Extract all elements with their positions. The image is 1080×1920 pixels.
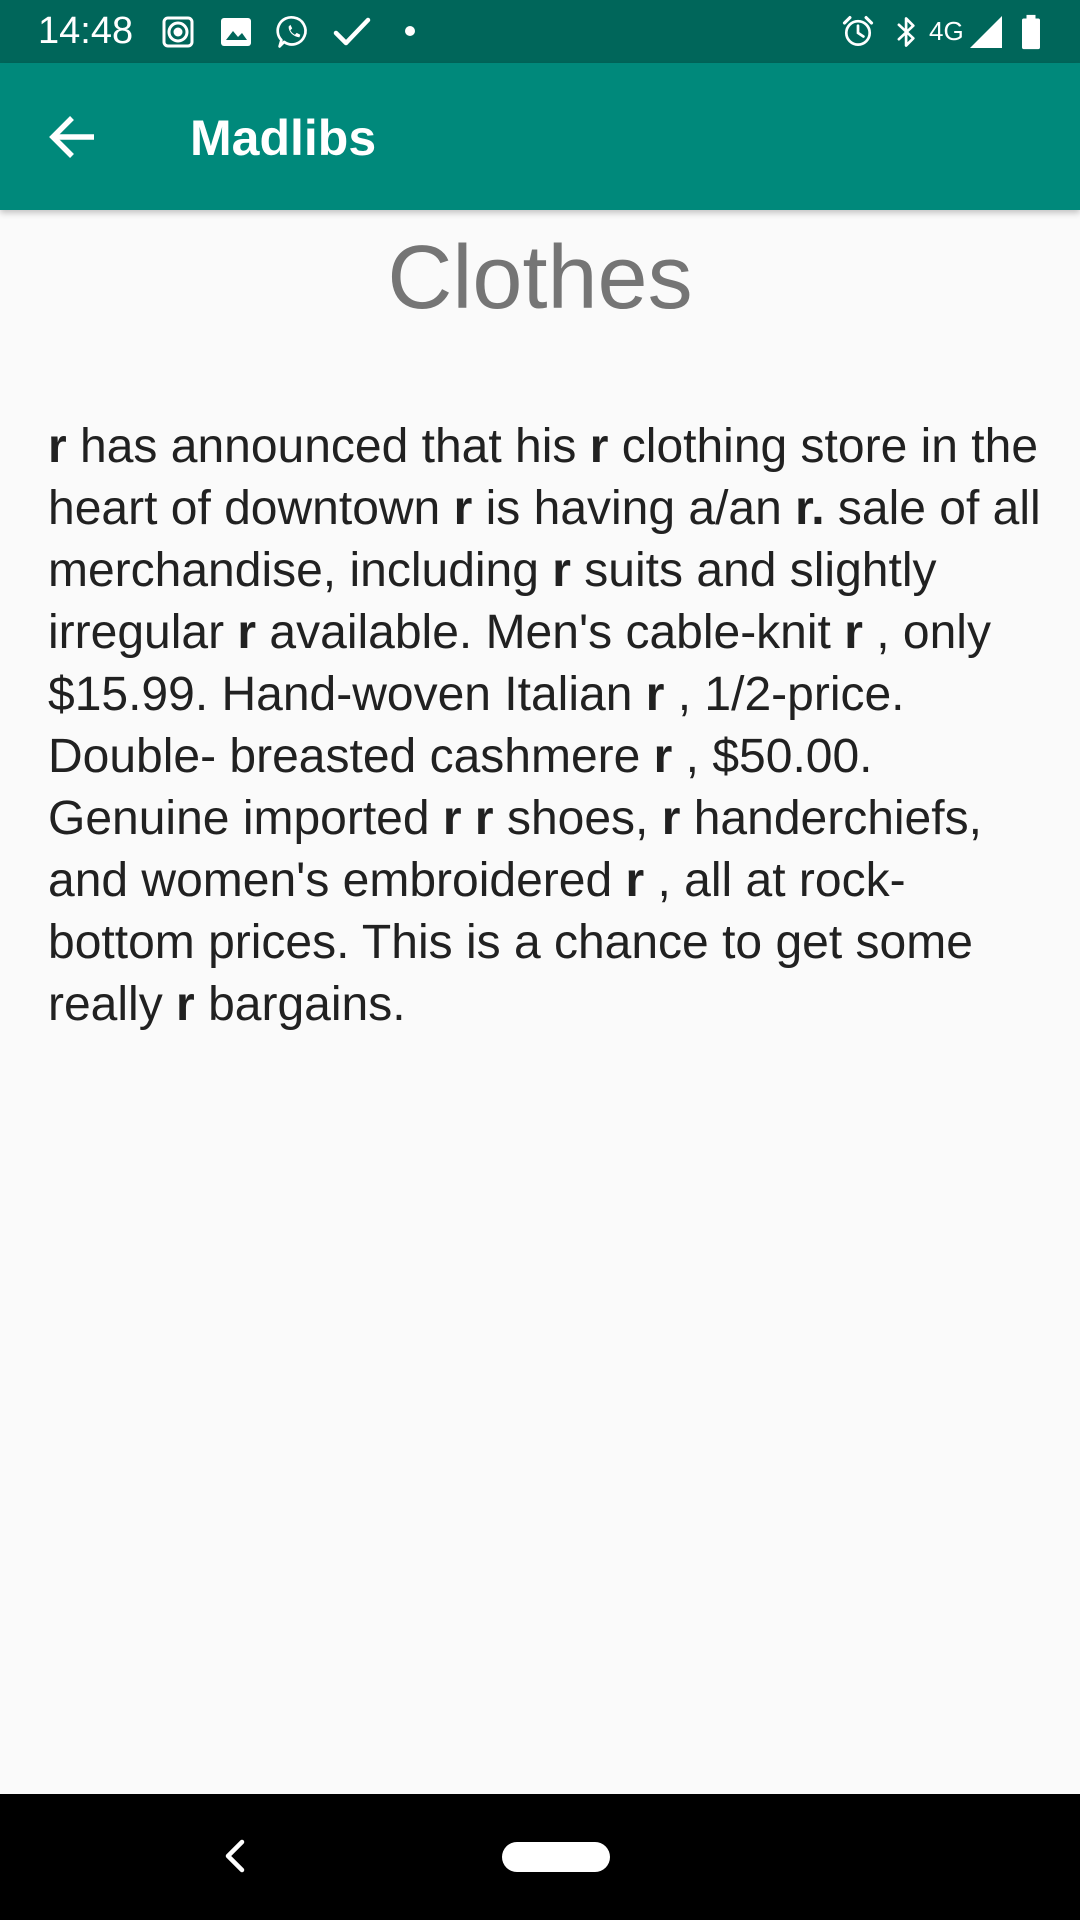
story-text: is having a/an: [472, 482, 796, 535]
madlib-placeholder: r: [589, 420, 609, 473]
madlib-placeholder: r: [661, 792, 681, 845]
dot-icon: [405, 26, 415, 36]
app-bar: Madlibs: [0, 63, 1080, 210]
signal-icon: [970, 16, 1002, 48]
madlib-placeholder: r r: [442, 792, 494, 845]
madlib-placeholder: r: [653, 730, 673, 783]
story-text: bargains.: [194, 978, 406, 1031]
status-bar: 14:48 4G: [0, 0, 1080, 63]
image-icon: [221, 18, 251, 46]
madlib-placeholder: r: [552, 544, 571, 597]
bluetooth-icon: [897, 17, 915, 47]
story-title: Clothes: [387, 228, 693, 328]
madlib-placeholder: r: [625, 854, 645, 907]
back-button[interactable]: [38, 105, 110, 169]
madlib-placeholder: r: [48, 420, 67, 473]
madlib-placeholder: r: [237, 606, 257, 659]
battery-icon: [1022, 14, 1040, 50]
madlib-placeholder: r: [844, 606, 863, 659]
nav-back-icon: [225, 1839, 245, 1873]
nav-back-button[interactable]: [212, 1828, 256, 1884]
madlib-placeholder: r.: [795, 482, 825, 535]
madlib-placeholder: r: [645, 668, 665, 721]
status-time: 14:48: [38, 10, 134, 52]
check-icon: [333, 17, 371, 46]
navigation-bar: [0, 1794, 1080, 1920]
madlib-placeholder: r: [453, 482, 473, 535]
story-text: available. Men's cable-knit: [256, 606, 845, 659]
story-text: has announced that his: [66, 420, 590, 473]
story-body: r has announced that his r clothing stor…: [48, 416, 1048, 1036]
network-type-label: 4G: [929, 16, 964, 46]
screen-record-icon: [162, 16, 194, 48]
app-title: Madlibs: [190, 110, 377, 166]
whatsapp-icon: [276, 15, 307, 48]
story-text: shoes,: [493, 792, 662, 845]
arrow-left-icon: [49, 116, 94, 158]
screen: 14:48 4G Madlibs Clothes r has announced…: [0, 0, 1080, 1920]
alarm-icon: [842, 16, 874, 46]
nav-home-button[interactable]: [502, 1842, 610, 1872]
madlib-placeholder: r: [176, 978, 195, 1031]
